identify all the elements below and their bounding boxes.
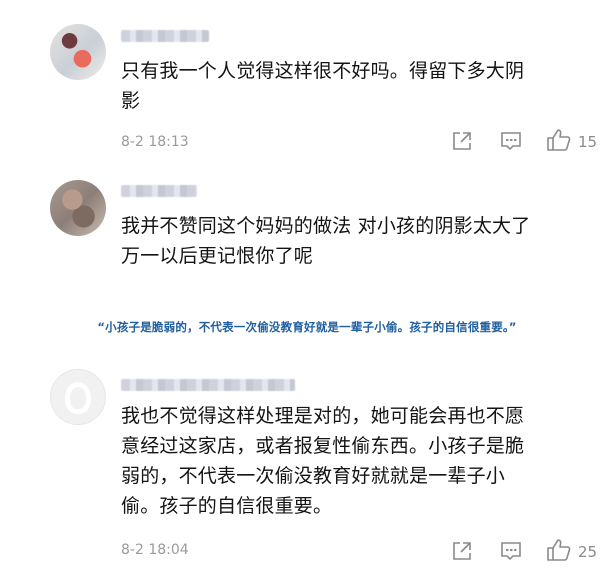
comment-time: 8-2 18:13 xyxy=(121,134,189,150)
avatar[interactable] xyxy=(50,24,106,80)
username-blurred[interactable] xyxy=(121,379,295,391)
comment-text-line: 只有我一个人觉得这样很不好吗。得留下多大阴 xyxy=(121,60,525,82)
username-blurred[interactable] xyxy=(121,185,197,197)
comment-text-line: 偷。孩子的自信很重要。 xyxy=(121,495,333,517)
default-avatar[interactable] xyxy=(50,369,106,425)
comment-text: 我也不觉得这样处理是对的，她可能会再也不愿 意经过这家店，或者报复性偷东西。小孩… xyxy=(121,401,524,521)
comment-item: 我并不赞同这个妈妈的做法 对小孩的阴影太大了 万一以后更记恨你了呢 xyxy=(0,170,614,290)
share-icon[interactable] xyxy=(451,540,473,562)
comment-text-line: 影 xyxy=(121,90,141,112)
like-count: 25 xyxy=(578,543,598,561)
username-blurred[interactable] xyxy=(121,30,209,42)
comment-text-line: 弱的，不代表一次偷没教育好就就是一辈子小 xyxy=(121,465,506,487)
comment-text-line: 意经过这家店，或者报复性偷东西。小孩子是脆 xyxy=(121,435,525,457)
comment-icon[interactable] xyxy=(499,130,523,152)
comment-item: 我也不觉得这样处理是对的，她可能会再也不愿 意经过这家店，或者报复性偷东西。小孩… xyxy=(0,360,614,581)
comment-text-line: 我并不赞同这个妈妈的做法 对小孩的阴影太大了 xyxy=(121,215,531,237)
highlighted-quote: “小孩子是脆弱的，不代表一次偷没教育好就是一辈子小偷。孩子的自信很重要。” xyxy=(97,320,517,334)
comment-text-line: 万一以后更记恨你了呢 xyxy=(121,245,314,267)
comment-text-line: 我也不觉得这样处理是对的，她可能会再也不愿 xyxy=(121,405,525,427)
avatar[interactable] xyxy=(50,180,106,236)
comment-time: 8-2 18:04 xyxy=(121,542,189,558)
comment-text: 只有我一个人觉得这样很不好吗。得留下多大阴 影 xyxy=(121,56,524,116)
like-count: 15 xyxy=(578,133,598,151)
thumbs-up-icon[interactable] xyxy=(546,538,572,562)
comment-item: 只有我一个人觉得这样很不好吗。得留下多大阴 影 8-2 18:13 15 xyxy=(0,0,614,170)
comment-icon[interactable] xyxy=(499,540,523,562)
share-icon[interactable] xyxy=(451,130,473,152)
thumbs-up-icon[interactable] xyxy=(546,128,572,152)
comment-text: 我并不赞同这个妈妈的做法 对小孩的阴影太大了 万一以后更记恨你了呢 xyxy=(121,211,530,271)
